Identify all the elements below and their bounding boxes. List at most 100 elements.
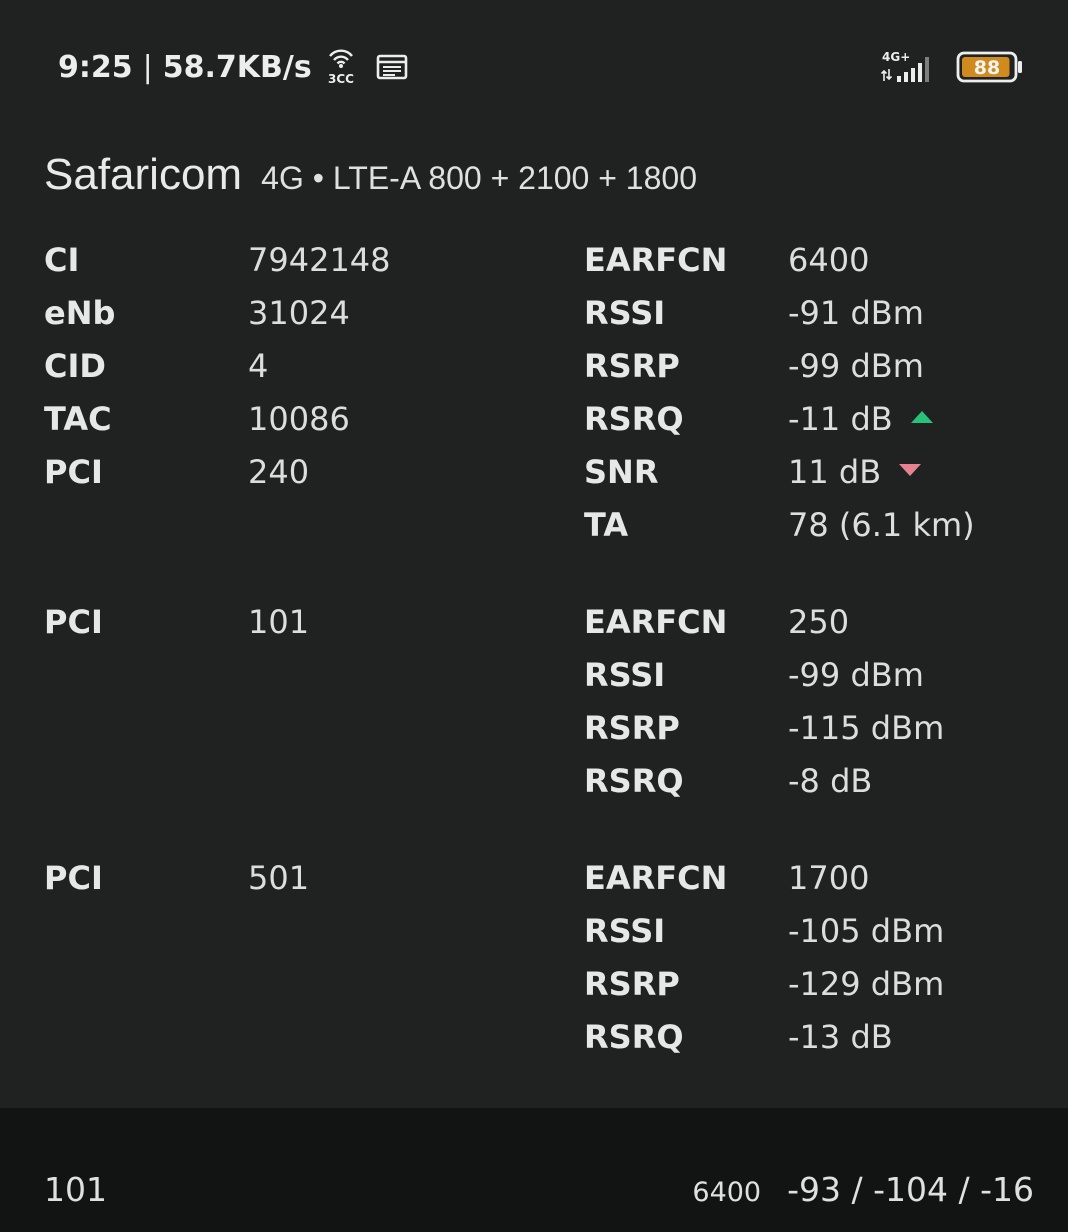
info-row: 501 — [248, 852, 309, 905]
field-value: 240 — [248, 453, 310, 491]
field-label: TA — [584, 506, 629, 544]
footer-pci: 101 — [44, 1170, 107, 1209]
field-label: TAC — [44, 400, 112, 438]
info-row: 1700 — [788, 852, 869, 905]
field-value: -8 dB — [788, 762, 873, 800]
field-value: -13 dB — [788, 1018, 893, 1056]
field-label: EARFCN — [584, 859, 728, 897]
field-label: CID — [44, 347, 106, 385]
signal-summary-bar[interactable]: 101 6400 -93 / -104 / -16 — [0, 1108, 1068, 1232]
field-label: EARFCN — [584, 241, 728, 279]
info-row: RSRQ — [584, 755, 684, 808]
info-row: -115 dBm — [788, 702, 944, 755]
hotspot-label: 3CC — [328, 72, 354, 86]
field-label: RSRQ — [584, 400, 684, 438]
network-type: 4G • LTE-A 800 + 2100 + 1800 — [261, 160, 697, 196]
info-row: 6400 — [788, 234, 869, 287]
field-label: RSRP — [584, 709, 680, 747]
info-row: -91 dBm — [788, 287, 924, 340]
field-label: PCI — [44, 603, 103, 641]
field-value: -115 dBm — [788, 709, 945, 747]
trend-up-icon — [910, 411, 933, 423]
info-row: PCI — [44, 446, 103, 499]
field-value: -105 dBm — [788, 912, 945, 950]
field-value: -99 dBm — [788, 656, 924, 694]
info-row: TAC — [44, 393, 112, 446]
info-row: -8 dB — [788, 755, 872, 808]
notification-icon — [376, 53, 408, 81]
info-row: 7942148 — [248, 234, 391, 287]
field-label: CI — [44, 241, 80, 279]
info-row: eNb — [44, 287, 115, 340]
info-row: RSRP — [584, 340, 680, 393]
info-row: RSSI — [584, 649, 665, 702]
network-speed: 58.7KB/s — [162, 49, 312, 85]
field-value: 7942148 — [248, 241, 391, 279]
info-row: RSRQ — [584, 1011, 684, 1064]
info-row: TA — [584, 499, 628, 552]
field-label: RSSI — [584, 912, 666, 950]
clock: 9:25 — [58, 49, 133, 85]
info-row: 78 (6.1 km) — [788, 499, 975, 552]
trend-down-icon — [899, 464, 922, 476]
info-row: -99 dBm — [788, 340, 924, 393]
battery-icon: 88 — [956, 51, 1024, 83]
field-label: EARFCN — [584, 603, 728, 641]
info-row: 10086 — [248, 393, 350, 446]
hotspot-icon: 3CC — [324, 48, 358, 86]
info-row: PCI — [44, 596, 103, 649]
field-label: RSRP — [584, 965, 680, 1003]
operator-name: Safaricom — [44, 150, 243, 199]
carrier-header: Safaricom 4G • LTE-A 800 + 2100 + 1800 — [44, 150, 697, 200]
info-row: RSRP — [584, 958, 680, 1011]
field-label: RSRP — [584, 347, 680, 385]
info-row: 11 dB — [788, 446, 922, 499]
info-row: -13 dB — [788, 1011, 893, 1064]
field-value: 11 dB — [788, 453, 882, 491]
footer-signal-summary: 6400 -93 / -104 / -16 — [692, 1170, 1034, 1216]
field-label: RSRQ — [584, 1018, 684, 1056]
field-value: 78 (6.1 km) — [788, 506, 975, 544]
info-row: -129 dBm — [788, 958, 944, 1011]
field-label: RSRQ — [584, 762, 684, 800]
info-row: RSRP — [584, 702, 680, 755]
info-row: EARFCN — [584, 852, 727, 905]
footer-signal-values: -93 / -104 / -16 — [787, 1170, 1034, 1209]
info-row: -99 dBm — [788, 649, 924, 702]
field-value: -99 dBm — [788, 347, 924, 385]
info-row: -11 dB — [788, 393, 933, 446]
signal-icon: 4G+ — [880, 49, 940, 85]
field-value: -11 dB — [788, 400, 893, 438]
field-label: eNb — [44, 294, 116, 332]
field-label: PCI — [44, 859, 103, 897]
field-label: PCI — [44, 453, 103, 491]
field-value: 4 — [248, 347, 269, 385]
footer-earfcn: 6400 — [692, 1177, 762, 1208]
field-label: RSSI — [584, 294, 666, 332]
field-value: 250 — [788, 603, 850, 641]
info-row: 250 — [788, 596, 849, 649]
info-row: -105 dBm — [788, 905, 944, 958]
status-bar: 9:25 | 58.7KB/s 3CC 4G+ 88 — [0, 0, 1068, 120]
info-row: CI — [44, 234, 79, 287]
info-row: EARFCN — [584, 234, 727, 287]
info-row: 31024 — [248, 287, 350, 340]
field-value: 6400 — [788, 241, 870, 279]
field-value: 101 — [248, 603, 310, 641]
status-bar-left: 9:25 | 58.7KB/s 3CC — [58, 44, 408, 90]
info-row: PCI — [44, 852, 103, 905]
field-value: 501 — [248, 859, 310, 897]
info-row: RSRQ — [584, 393, 684, 446]
info-row: CID — [44, 340, 106, 393]
info-row: SNR — [584, 446, 658, 499]
field-label: RSSI — [584, 656, 666, 694]
field-value: -91 dBm — [788, 294, 924, 332]
battery-level: 88 — [974, 57, 1000, 79]
info-row: 101 — [248, 596, 309, 649]
info-row: RSSI — [584, 287, 665, 340]
info-row: RSSI — [584, 905, 665, 958]
info-row: 240 — [248, 446, 309, 499]
info-row: EARFCN — [584, 596, 727, 649]
info-row: 4 — [248, 340, 268, 393]
network-badge: 4G+ — [882, 50, 910, 64]
